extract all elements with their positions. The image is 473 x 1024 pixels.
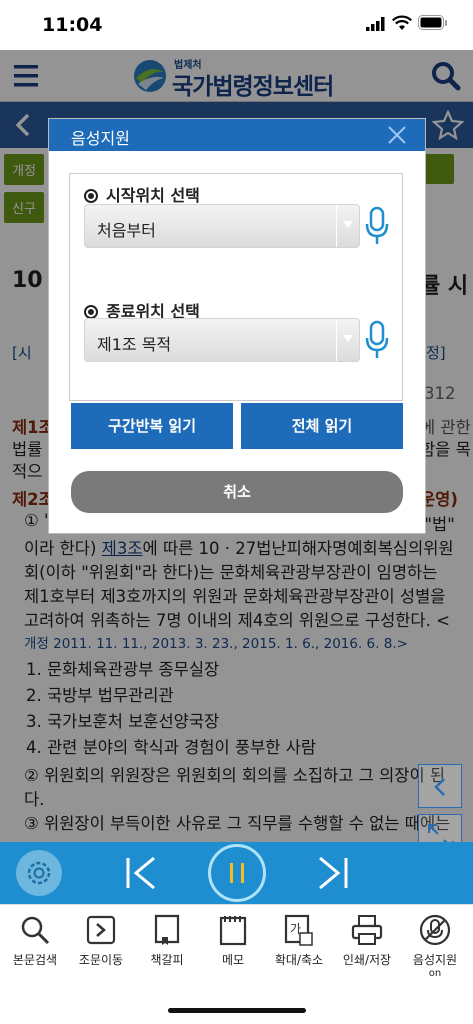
zoom-icon: 가 [284,914,313,946]
nav-bookmark[interactable]: 책갈피 [134,913,200,968]
dialog-header: 음성지원 [49,119,425,151]
repeat-section-button[interactable]: 구간반복 읽기 [71,403,233,449]
print-icon [351,915,383,945]
close-icon[interactable] [385,123,409,147]
voice-support-dialog: 음성지원 시작위치 선택 처음부터 종료위치 선택 제1조 목적 구간반복 읽기… [48,118,426,534]
bottom-navigation: 본문검색 조문이동 책갈피 메모 가 확대/축소 인쇄/저장 음성지원 on [0,904,473,986]
audio-player-bar [0,842,473,904]
chevron-left-icon [434,778,445,796]
nav-memo[interactable]: 메모 [200,913,266,968]
chevron-down-icon [343,221,353,228]
previous-icon[interactable] [124,856,160,890]
nav-text-search[interactable]: 본문검색 [2,913,68,968]
voice-status: on [428,968,442,979]
move-icon [86,915,116,945]
home-indicator-bar [0,986,473,1024]
nav-voice-support[interactable]: 음성지원 on [402,913,468,979]
start-position-value: 처음부터 [97,221,156,240]
search-doc-icon [21,916,50,945]
cancel-button[interactable]: 취소 [71,471,403,513]
nav-label: 책갈피 [150,953,184,967]
microphone-icon[interactable] [364,320,390,360]
chevron-down-icon [343,335,353,342]
nav-label: 음성지원 [412,953,458,967]
gear-icon [27,861,51,885]
battery-icon [418,15,447,30]
status-bar: 11:04 [0,0,473,50]
nav-article-move[interactable]: 조문이동 [68,913,134,968]
next-icon[interactable] [314,856,350,890]
nav-zoom[interactable]: 가 확대/축소 [266,913,332,968]
nav-label: 확대/축소 [274,953,324,967]
start-position-radio[interactable]: 시작위치 선택 [84,182,200,206]
bookmark-icon [154,914,180,945]
end-position-select[interactable]: 제1조 목적 [84,318,360,362]
wifi-icon [392,15,412,30]
dialog-title: 음성지원 [71,129,130,148]
nav-label: 조문이동 [78,953,124,967]
start-position-label: 시작위치 선택 [106,186,200,205]
start-position-select[interactable]: 처음부터 [84,204,360,248]
select-separator [336,319,337,361]
home-indicator[interactable] [168,1008,306,1013]
read-all-button[interactable]: 전체 읽기 [241,403,403,449]
nav-label: 본문검색 [12,953,58,967]
settings-button[interactable] [16,850,62,896]
position-panel: 시작위치 선택 처음부터 종료위치 선택 제1조 목적 [69,173,403,401]
radio-selected-icon [84,305,98,319]
nav-label: 인쇄/저장 [342,953,392,967]
nav-label: 메모 [221,953,245,967]
select-separator [336,205,337,247]
scroll-up-button[interactable] [418,764,462,808]
nav-print[interactable]: 인쇄/저장 [334,913,400,968]
pause-icon [230,863,244,883]
end-position-value: 제1조 목적 [97,335,172,354]
status-time: 11:04 [42,14,103,36]
signal-icon [366,17,385,31]
voice-icon [419,914,451,946]
pause-button[interactable] [208,844,266,902]
microphone-icon[interactable] [364,206,390,246]
memo-icon [219,916,247,946]
radio-selected-icon [84,189,98,203]
